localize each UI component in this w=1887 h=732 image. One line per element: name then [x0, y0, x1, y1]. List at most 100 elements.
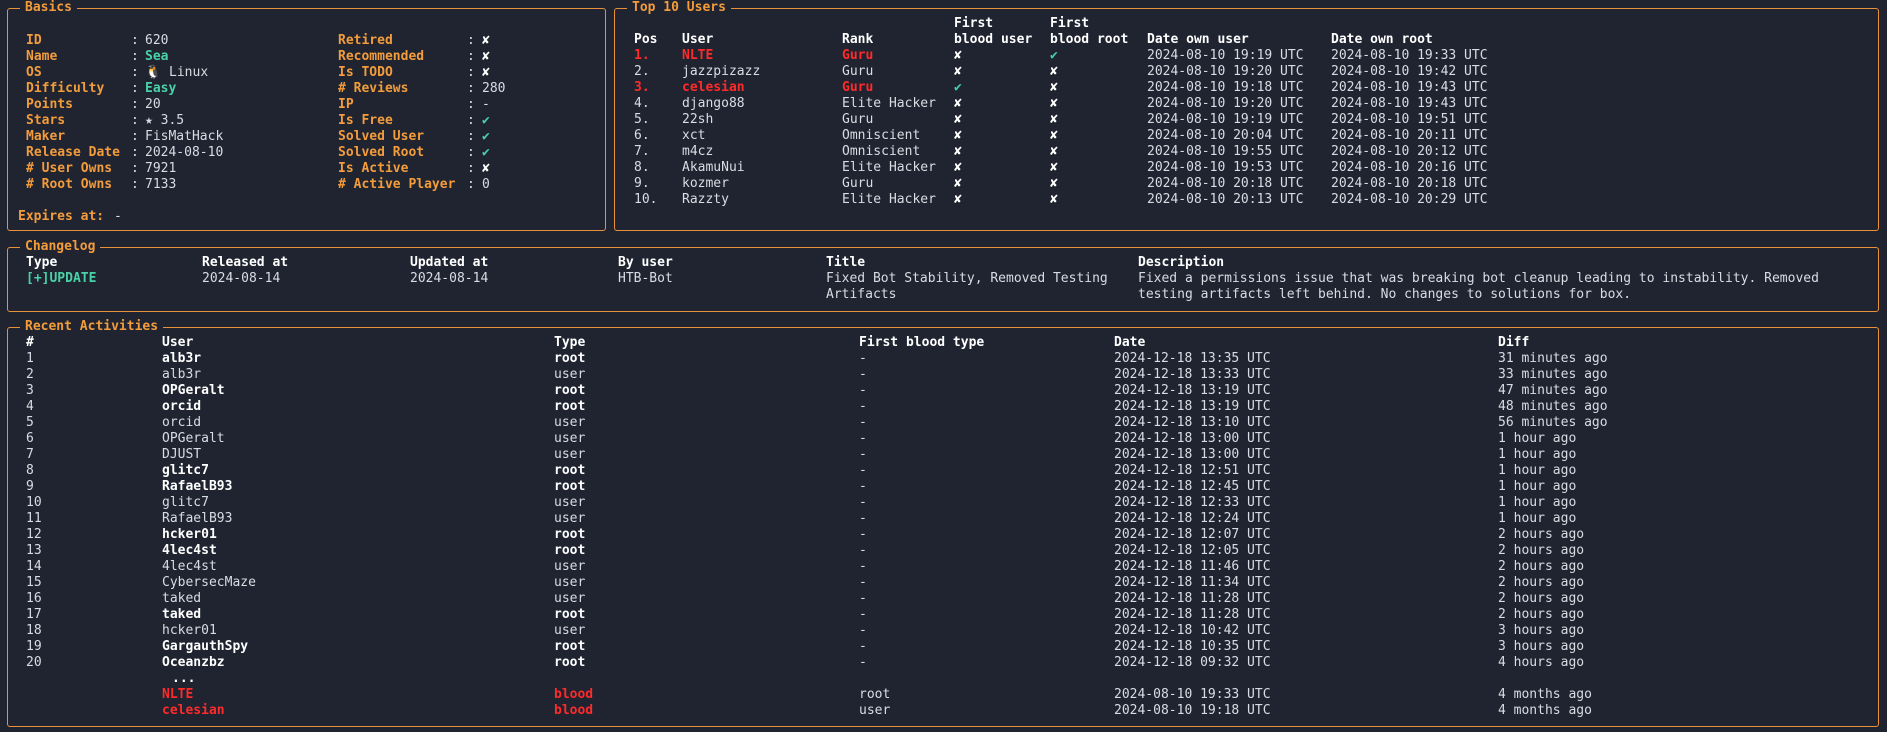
act-user[interactable]: glitc7: [162, 463, 209, 479]
top-user-rank: Guru: [842, 80, 874, 95]
act-first-blood-type: -: [859, 367, 867, 382]
basics-label: Is Free: [338, 113, 393, 128]
basics-label: Points: [26, 97, 73, 112]
act-diff: 2 hours ago: [1498, 543, 1585, 558]
act-diff: 56 minutes ago: [1498, 415, 1608, 430]
top-user-name[interactable]: xct: [682, 128, 705, 144]
act-user[interactable]: RafaelB93: [162, 479, 232, 495]
act-user[interactable]: alb3r: [162, 367, 201, 383]
act-blood-first-blood-type: root: [859, 687, 891, 702]
top-user-name[interactable]: AkamuNui: [682, 160, 745, 176]
act-blood-user[interactable]: celesian: [162, 703, 225, 719]
act-user[interactable]: OPGeralt: [162, 431, 225, 447]
top-user-name[interactable]: NLTE: [682, 48, 713, 64]
cl-title: Fixed Bot Stability, Removed Testing: [826, 271, 1108, 286]
act-num: 14: [26, 559, 42, 574]
basics-label: # User Owns: [26, 161, 113, 176]
top-user-rank: Guru: [842, 64, 874, 79]
act-diff: 1 hour ago: [1498, 463, 1577, 478]
top-user-rank: Guru: [842, 176, 874, 191]
act-date: 2024-12-18 11:34 UTC: [1114, 575, 1271, 590]
act-type: root: [554, 607, 586, 622]
act-diff: 2 hours ago: [1498, 591, 1585, 606]
act-type: user: [554, 367, 586, 382]
act-blood-user[interactable]: NLTE: [162, 687, 193, 703]
act-user[interactable]: Oceanzbz: [162, 655, 225, 671]
top-user-fb-root: ✘: [1050, 128, 1058, 143]
act-user[interactable]: orcid: [162, 399, 201, 415]
top-user-name[interactable]: 22sh: [682, 112, 713, 128]
act-user[interactable]: 4lec4st: [162, 543, 217, 559]
basics-label: Retired: [338, 33, 393, 48]
basics-colon: :: [467, 177, 475, 192]
act-type: root: [554, 383, 586, 398]
act-user[interactable]: taked: [162, 607, 201, 623]
basics-label: Maker: [26, 129, 66, 144]
act-date: 2024-12-18 12:05 UTC: [1114, 543, 1271, 558]
act-date: 2024-12-18 13:19 UTC: [1114, 399, 1271, 414]
basics-value: ✘: [482, 161, 490, 176]
act-user[interactable]: taked: [162, 591, 201, 607]
top-user-name[interactable]: celesian: [682, 80, 745, 96]
cl-th-by-user: By user: [618, 255, 673, 270]
top-user-name[interactable]: Razzty: [682, 192, 729, 208]
th-date-own-user: Date own user: [1147, 32, 1249, 47]
th-rank: Rank: [842, 32, 874, 47]
act-user[interactable]: RafaelB93: [162, 511, 232, 527]
act-num: 4: [26, 399, 34, 414]
top-user-rank: Guru: [842, 48, 874, 63]
act-type: root: [554, 463, 586, 478]
th-pos: Pos: [634, 32, 658, 47]
basics-colon: :: [467, 145, 475, 160]
act-user[interactable]: CybersecMaze: [162, 575, 256, 591]
top-user-name[interactable]: django88: [682, 96, 745, 112]
th-first-blood-root: blood root: [1050, 32, 1129, 47]
top-user-name[interactable]: jazzpizazz: [682, 64, 760, 80]
act-date: 2024-12-18 13:10 UTC: [1114, 415, 1271, 430]
act-num: 15: [26, 575, 42, 590]
act-user[interactable]: OPGeralt: [162, 383, 225, 399]
act-user[interactable]: DJUST: [162, 447, 201, 463]
act-user[interactable]: orcid: [162, 415, 201, 431]
act-first-blood-type: -: [859, 591, 867, 606]
basics-label: Difficulty: [26, 81, 105, 96]
basics-label: Solved Root: [338, 145, 425, 160]
act-first-blood-type: -: [859, 351, 867, 366]
act-user[interactable]: 4lec4st: [162, 559, 217, 575]
act-date: 2024-12-18 12:07 UTC: [1114, 527, 1271, 542]
top-user-name[interactable]: kozmer: [682, 176, 729, 192]
basics-colon: :: [467, 33, 475, 48]
top-user-date-user: 2024-08-10 19:55 UTC: [1147, 144, 1304, 159]
act-user[interactable]: hcker01: [162, 623, 217, 639]
act-first-blood-type: -: [859, 623, 867, 638]
act-user[interactable]: GargauthSpy: [162, 639, 248, 655]
basics-colon: :: [131, 49, 139, 64]
act-num: 20: [26, 655, 42, 670]
act-date: 2024-12-18 13:19 UTC: [1114, 383, 1271, 398]
act-diff: 1 hour ago: [1498, 495, 1577, 510]
act-blood-date: 2024-08-10 19:18 UTC: [1114, 703, 1271, 718]
top-user-name[interactable]: m4cz: [682, 144, 713, 160]
basics-value: ✘: [482, 33, 490, 48]
act-diff: 2 hours ago: [1498, 607, 1585, 622]
act-date: 2024-12-18 12:51 UTC: [1114, 463, 1271, 478]
act-num: 9: [26, 479, 34, 494]
act-diff: 1 hour ago: [1498, 431, 1577, 446]
act-blood-first-blood-type: user: [859, 703, 891, 718]
act-num: 7: [26, 447, 34, 462]
top-user-date-root: 2024-08-10 19:51 UTC: [1331, 112, 1488, 127]
expires-label: Expires at:: [18, 209, 105, 224]
basics-colon: :: [467, 97, 475, 112]
act-user[interactable]: alb3r: [162, 351, 201, 367]
top-user-fb-root: ✘: [1050, 160, 1058, 175]
act-user[interactable]: hcker01: [162, 527, 217, 543]
act-user[interactable]: glitc7: [162, 495, 209, 511]
top-user-date-user: 2024-08-10 19:20 UTC: [1147, 96, 1304, 111]
top-user-pos: 1.: [634, 48, 650, 63]
cl-description: Fixed a permissions issue that was break…: [1138, 271, 1819, 286]
act-first-blood-type: -: [859, 527, 867, 542]
top-user-pos: 7.: [634, 144, 650, 159]
top-user-pos: 4.: [634, 96, 650, 111]
th-first-blood-root: First: [1050, 16, 1090, 31]
basics-value: ✔: [482, 145, 490, 160]
